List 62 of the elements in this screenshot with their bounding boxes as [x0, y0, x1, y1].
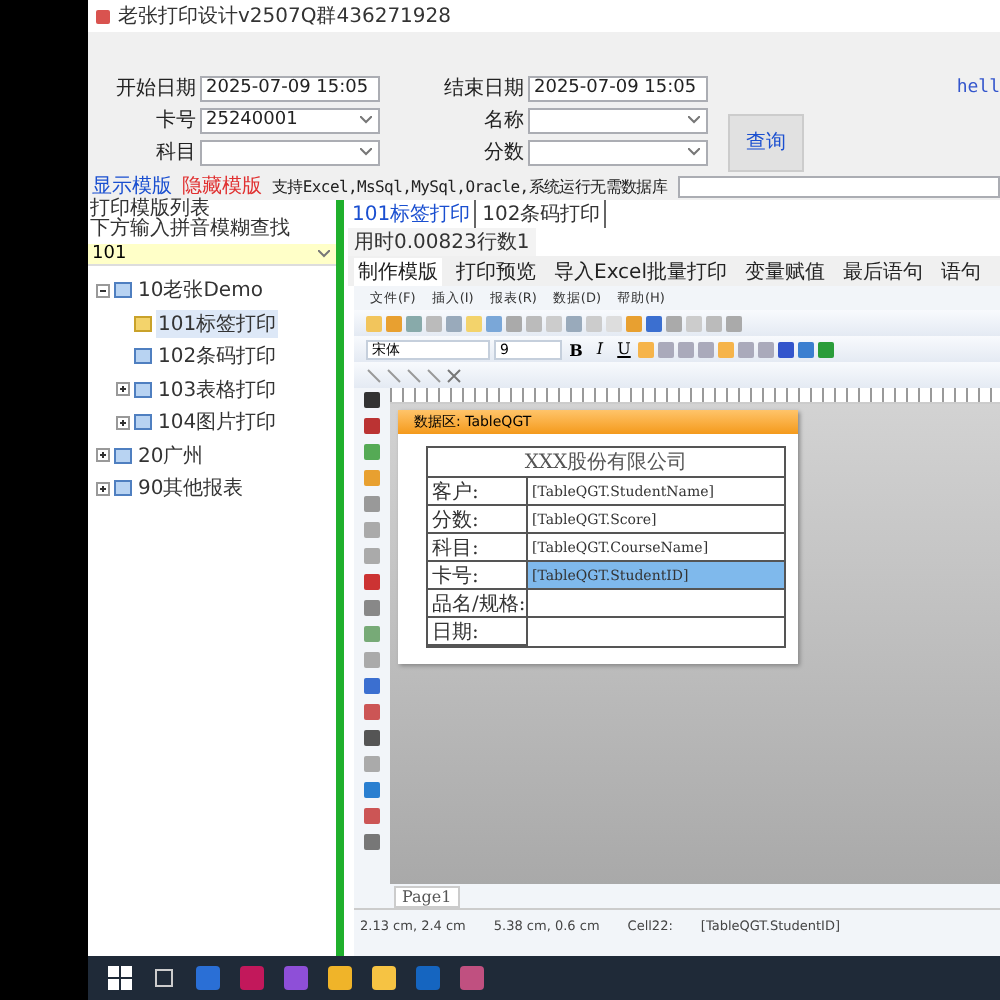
field-label: 名称	[484, 108, 526, 134]
tree-item[interactable]: 20广州	[136, 441, 206, 470]
designer-tab[interactable]: 制作模版	[354, 258, 442, 286]
app-icon[interactable]	[196, 966, 220, 990]
expand-icon[interactable]	[96, 481, 110, 496]
combo-field[interactable]	[528, 139, 708, 165]
tree-item[interactable]: 104图片打印	[156, 408, 279, 437]
corner-text: hell	[956, 78, 1000, 98]
text-field[interactable]	[677, 175, 1000, 197]
windows-icon[interactable]	[108, 966, 132, 990]
combo-field[interactable]: 25240001	[200, 107, 380, 133]
date-field[interactable]: 2025-07-09 15:05	[528, 75, 708, 101]
field-label: 卡号	[156, 107, 198, 134]
tree-item[interactable]: 103表格打印	[156, 375, 279, 404]
collapse-icon[interactable]	[96, 283, 110, 298]
page-tab[interactable]: Page1	[394, 886, 460, 908]
table-cell: 日期:	[428, 618, 528, 646]
tree-item[interactable]: 90其他报表	[136, 474, 246, 503]
table-cell: 卡号:	[428, 562, 528, 590]
app-icon[interactable]	[372, 966, 396, 990]
expand-icon[interactable]	[96, 448, 110, 463]
table-cell: 品名/规格:	[428, 590, 528, 618]
tree-item[interactable]: 102条码打印	[156, 342, 279, 371]
expand-icon[interactable]	[116, 382, 130, 397]
link[interactable]: 显示模版	[92, 172, 172, 200]
delete-icon[interactable]	[446, 367, 462, 383]
app-icon[interactable]	[240, 966, 264, 990]
list-title: 下方输入拼音模糊查找	[88, 220, 292, 240]
field-label: 分数	[484, 140, 526, 166]
date-field[interactable]: 2025-07-09 15:05	[200, 75, 380, 101]
search-field[interactable]: 101	[88, 244, 336, 266]
app-icon[interactable]	[328, 966, 352, 990]
table-cell: 分数:	[428, 506, 528, 534]
task-view-icon[interactable]	[152, 966, 176, 990]
table-cell: 客户:	[428, 478, 528, 506]
link[interactable]: 隐藏模版	[182, 172, 262, 200]
tree-item[interactable]: 101标签打印	[156, 309, 279, 338]
app-icon[interactable]	[284, 966, 308, 990]
format-button[interactable]: B	[566, 339, 586, 359]
designer-tab[interactable]: 导入Excel批量打印	[550, 258, 731, 286]
combo-field[interactable]	[200, 139, 380, 165]
designer-tab[interactable]: 打印预览	[452, 258, 540, 286]
support-note: 支持Excel,MsSql,MySql,Oracle,系统运行无需数据库	[272, 175, 668, 197]
app-icon	[94, 7, 112, 25]
app-icon[interactable]	[460, 966, 484, 990]
designer-tab[interactable]: 变量赋值	[741, 258, 829, 286]
format-button[interactable]: U	[614, 339, 634, 359]
tree-item[interactable]: 10老张Demo	[136, 276, 265, 305]
combo-field[interactable]	[528, 107, 708, 133]
query-button[interactable]: 查询	[728, 113, 804, 171]
timing-text: 用时0.00823行数1	[348, 228, 536, 256]
table-cell: 科目:	[428, 534, 528, 562]
window-title: 老张打印设计v2507Q群436271928	[118, 3, 451, 30]
designer-tab[interactable]: 最后语句	[839, 258, 927, 286]
designer-tab[interactable]: 语句	[937, 258, 985, 286]
format-button[interactable]: I	[590, 339, 610, 359]
field-label: 结束日期	[444, 75, 526, 102]
app-icon[interactable]	[416, 966, 440, 990]
list-title: 打印模版列表	[88, 200, 210, 220]
field-label: 科目	[156, 139, 198, 166]
field-label: 开始日期	[116, 75, 198, 102]
expand-icon[interactable]	[116, 415, 130, 430]
